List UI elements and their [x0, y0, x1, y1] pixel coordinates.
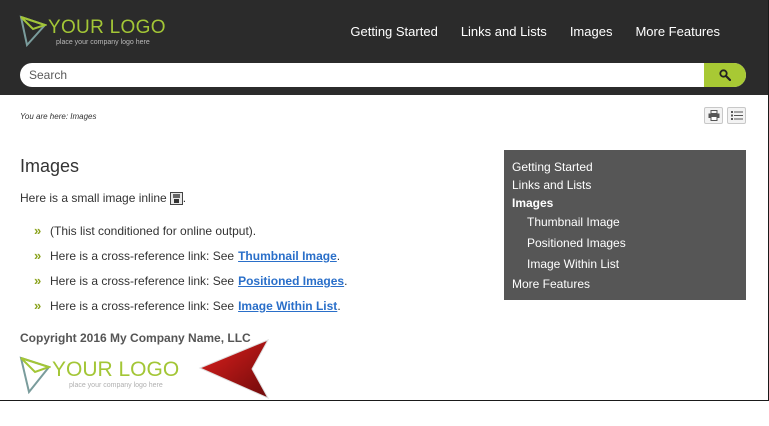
- list-item-text: (This list conditioned for online output…: [50, 224, 257, 238]
- list-item: » Here is a cross-reference link: See Po…: [34, 272, 347, 297]
- intro-paragraph: Here is a small image inline .: [20, 191, 186, 205]
- search-input[interactable]: [20, 63, 705, 87]
- sidebar-item-more-features[interactable]: More Features: [504, 275, 746, 293]
- nav-more-features[interactable]: More Features: [635, 24, 720, 39]
- search-button[interactable]: [704, 63, 746, 87]
- intro-text: Here is a small image inline: [20, 191, 167, 205]
- chevron-right-icon: »: [34, 223, 41, 238]
- list-item-text: Here is a cross-reference link: See: [50, 249, 235, 263]
- list-item-end: .: [337, 299, 341, 313]
- chevron-right-icon: »: [34, 248, 41, 263]
- header-logo[interactable]: YOUR LOGO place your company logo here: [19, 14, 179, 54]
- sidebar-toc: Getting Started Links and Lists Images T…: [504, 150, 746, 300]
- nav-links-and-lists[interactable]: Links and Lists: [461, 24, 547, 39]
- print-icon: [708, 110, 719, 121]
- list-item-end: .: [336, 249, 341, 263]
- list-item: » Here is a cross-reference link: See Th…: [34, 247, 347, 272]
- list-item: » Here is a cross-reference link: See Im…: [34, 297, 347, 322]
- header: YOUR LOGO place your company logo here G…: [0, 0, 768, 95]
- logo-mark-icon: [19, 356, 51, 394]
- red-arrow-icon: [198, 338, 270, 400]
- inline-image-icon: [169, 191, 183, 205]
- page-title: Images: [20, 156, 80, 176]
- nav-getting-started[interactable]: Getting Started: [350, 24, 437, 39]
- print-button[interactable]: [704, 107, 723, 124]
- page-frame: YOUR LOGO place your company logo here G…: [0, 0, 769, 401]
- sidebar-item-positioned-images[interactable]: Positioned Images: [504, 233, 746, 254]
- footer-logo: YOUR LOGO place your company logo here: [19, 354, 199, 396]
- list-item-end: .: [344, 274, 348, 288]
- logo-tagline: place your company logo here: [56, 39, 150, 46]
- list-item-text: Here is a cross-reference link: See: [50, 299, 235, 313]
- thumbnail-image-link[interactable]: Thumbnail Image: [238, 247, 337, 272]
- top-navigation: Getting Started Links and Lists Images M…: [327, 24, 720, 39]
- intro-end: .: [182, 191, 187, 205]
- sidebar-item-getting-started[interactable]: Getting Started: [504, 158, 746, 176]
- sidebar-item-links-and-lists[interactable]: Links and Lists: [504, 176, 746, 194]
- positioned-images-link[interactable]: Positioned Images: [238, 272, 344, 297]
- sidebar-item-image-within-list[interactable]: Image Within List: [504, 254, 746, 275]
- sidebar-item-images[interactable]: Images: [504, 194, 746, 212]
- toc-toggle-button[interactable]: [727, 107, 746, 124]
- search-icon: [719, 69, 731, 81]
- nav-images[interactable]: Images: [570, 24, 613, 39]
- search-bar: [20, 63, 746, 87]
- footer-logo-tagline: place your company logo here: [69, 382, 163, 389]
- image-within-list-link[interactable]: Image Within List: [238, 297, 337, 322]
- logo-title: YOUR LOGO: [48, 17, 166, 38]
- sidebar-item-thumbnail-image[interactable]: Thumbnail Image: [504, 212, 746, 233]
- list-item-text: Here is a cross-reference link: See: [50, 274, 235, 288]
- logo-mark-icon: [19, 15, 47, 47]
- chevron-right-icon: »: [34, 273, 41, 288]
- breadcrumb: You are here: Images: [20, 112, 97, 121]
- chevron-right-icon: »: [34, 298, 41, 313]
- footer-logo-title: YOUR LOGO: [52, 358, 180, 381]
- list-icon: [730, 111, 743, 120]
- content-list: » (This list conditioned for online outp…: [34, 222, 347, 322]
- list-item: » (This list conditioned for online outp…: [34, 222, 347, 247]
